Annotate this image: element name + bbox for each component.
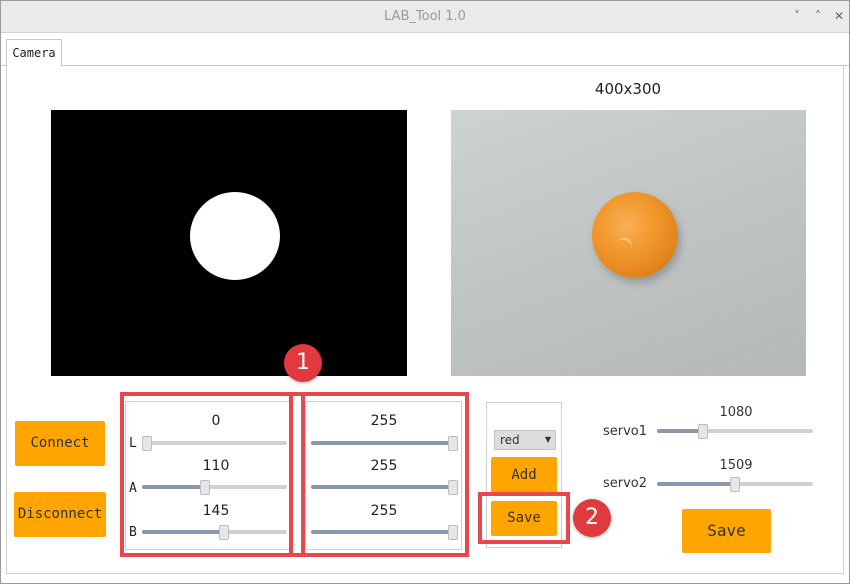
- window-title: LAB_Tool 1.0: [384, 9, 466, 24]
- connect-button[interactable]: Connect: [15, 421, 105, 466]
- resolution-label: 400x300: [594, 80, 662, 98]
- minimize-icon[interactable]: ˅: [790, 9, 804, 23]
- annotation-divider: [289, 392, 305, 557]
- color-select[interactable]: red ▼: [494, 430, 556, 450]
- add-button[interactable]: Add: [491, 457, 557, 493]
- disconnect-button[interactable]: Disconnect: [14, 492, 106, 537]
- annotation-badge-1: 1: [284, 344, 322, 382]
- annotation-badge-2: 2: [573, 499, 611, 537]
- save-servo-button[interactable]: Save: [682, 509, 771, 553]
- maximize-icon[interactable]: ˄: [811, 9, 825, 23]
- title-bar: LAB_Tool 1.0 ˅ ˄ ✕: [1, 1, 849, 33]
- camera-preview: [451, 110, 806, 376]
- servo2-label: servo2: [603, 476, 648, 491]
- servo1-label: servo1: [603, 424, 648, 439]
- tab-camera[interactable]: Camera: [6, 39, 62, 67]
- slider-handle[interactable]: [730, 477, 740, 492]
- annotation-rect-save: [478, 492, 570, 544]
- servo1-value: 1080: [719, 405, 753, 420]
- servo2-value: 1509: [719, 458, 753, 473]
- chevron-down-icon: ▼: [544, 435, 551, 444]
- servo1-slider[interactable]: [657, 424, 813, 439]
- servo2-slider[interactable]: [657, 477, 813, 492]
- orange-ball: [592, 192, 678, 278]
- slider-handle[interactable]: [698, 424, 708, 439]
- mask-blob: [190, 192, 280, 280]
- tab-bar: Camera: [1, 33, 849, 67]
- close-icon[interactable]: ✕: [832, 9, 846, 23]
- mask-preview: [51, 110, 407, 376]
- color-select-value: red: [500, 433, 520, 447]
